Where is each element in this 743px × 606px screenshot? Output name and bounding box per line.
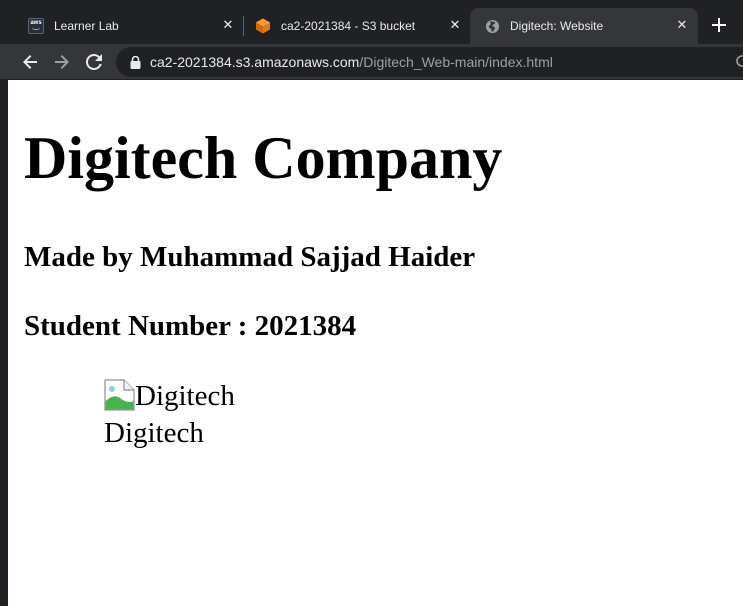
url-text[interactable]: ca2-2021384.s3.amazonaws.com/Digitech_We…: [150, 54, 553, 70]
tab-strip: aws Learner Lab ✕ ca2-2021384 - S3 bucke…: [0, 0, 743, 44]
close-icon[interactable]: ✕: [220, 18, 236, 34]
tab-learner-lab[interactable]: aws Learner Lab ✕: [8, 8, 244, 44]
author-heading: Made by Muhammad Sajjad Haider: [24, 241, 476, 273]
tab-title: Learner Lab: [54, 19, 119, 33]
image-alt-text: Digitech: [135, 380, 235, 412]
aws-icon: aws: [28, 18, 44, 34]
tab-digitech-website[interactable]: Digitech: Website ✕: [470, 8, 698, 44]
broken-image: Digitech: [104, 378, 235, 415]
zoom-icon[interactable]: [734, 53, 743, 69]
url-host: ca2-2021384.s3.amazonaws.com: [150, 54, 360, 70]
browser-toolbar: ca2-2021384.s3.amazonaws.com/Digitech_We…: [0, 44, 743, 80]
lock-icon[interactable]: [128, 55, 142, 69]
back-button[interactable]: [18, 50, 42, 74]
address-bar[interactable]: ca2-2021384.s3.amazonaws.com/Digitech_We…: [116, 47, 743, 77]
page-viewport: Digitech Company Made by Muhammad Sajjad…: [0, 80, 743, 606]
globe-icon: [484, 18, 500, 34]
new-tab-button[interactable]: [708, 14, 730, 36]
reload-icon: [86, 54, 102, 70]
student-number-heading: Student Number : 2021384: [24, 310, 357, 342]
close-icon[interactable]: ✕: [447, 18, 463, 34]
tab-s3-bucket[interactable]: ca2-2021384 - S3 bucket ✕: [235, 8, 471, 44]
broken-image-icon: [104, 379, 135, 411]
url-path: /Digitech_Web-main/index.html: [359, 54, 553, 70]
tab-title: ca2-2021384 - S3 bucket: [281, 19, 416, 33]
forward-button[interactable]: [50, 50, 74, 74]
arrow-right-icon: [55, 55, 69, 69]
reload-button[interactable]: [82, 50, 106, 74]
tab-title: Digitech: Website: [510, 19, 604, 33]
image-block: Digitech Digitech: [104, 378, 235, 452]
page-heading: Digitech Company: [24, 125, 503, 191]
plus-icon: [712, 18, 726, 32]
browser-window: aws Learner Lab ✕ ca2-2021384 - S3 bucke…: [0, 0, 743, 606]
image-caption: Digitech: [104, 417, 204, 449]
close-icon[interactable]: ✕: [674, 18, 690, 34]
arrow-left-icon: [23, 55, 37, 69]
s3-bucket-icon: [255, 18, 271, 34]
